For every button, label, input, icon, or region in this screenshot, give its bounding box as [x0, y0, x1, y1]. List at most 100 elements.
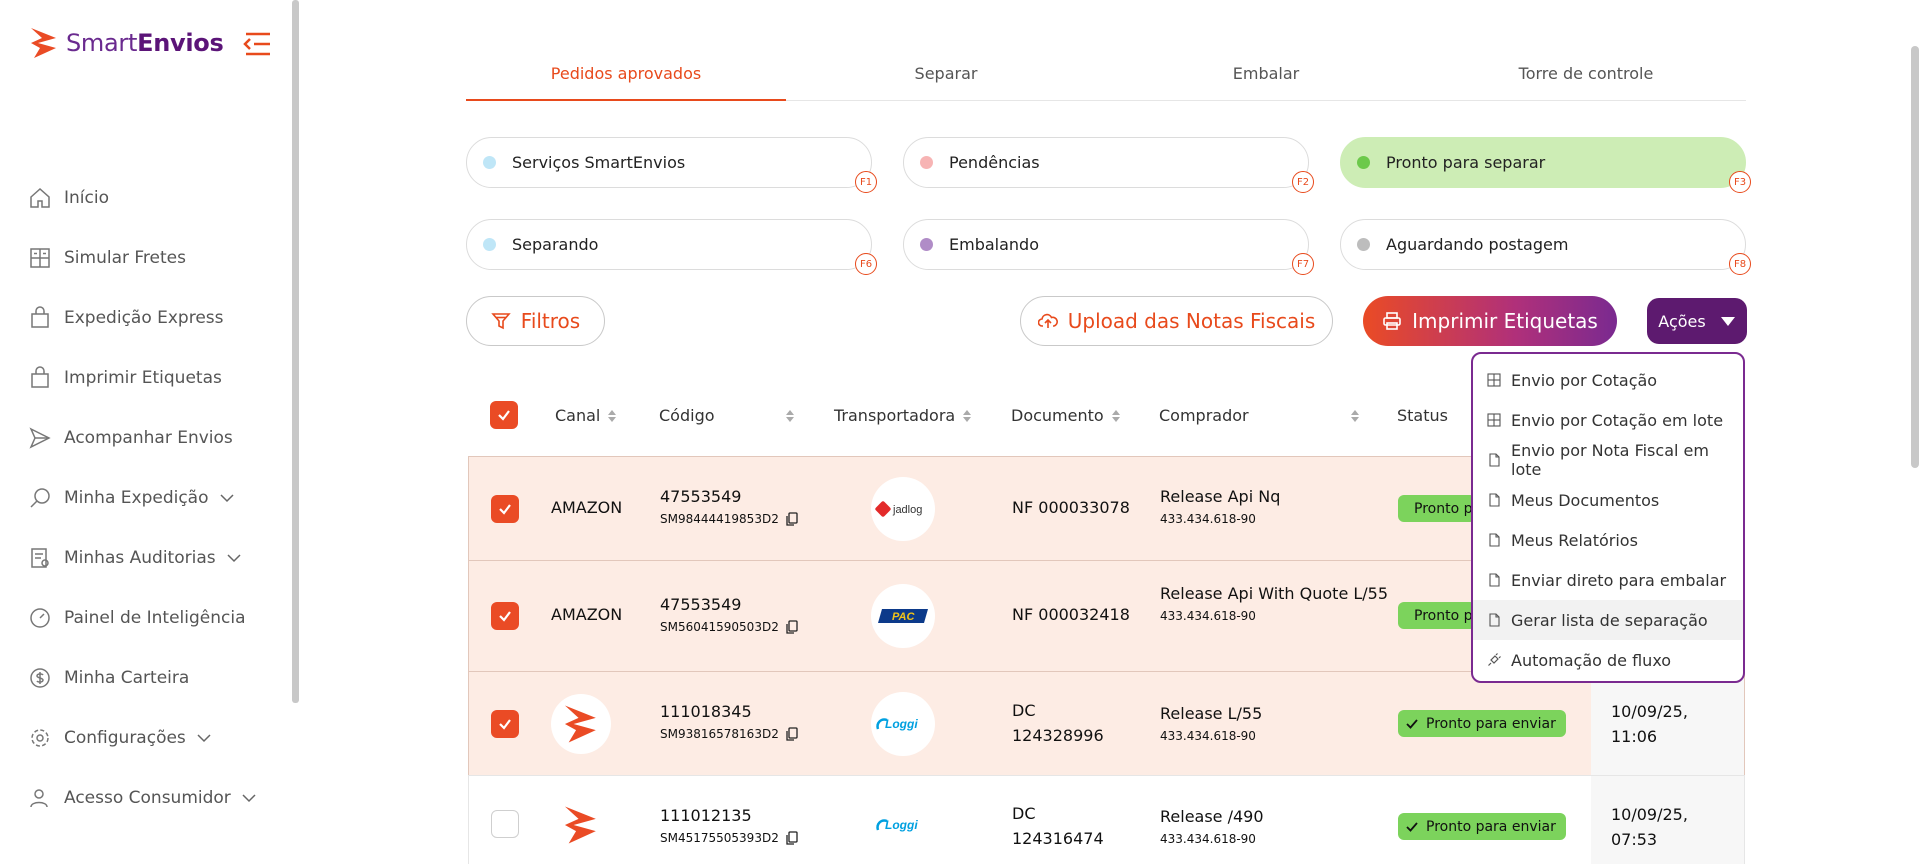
menu-item-label: Meus Documentos: [1511, 490, 1660, 510]
smartenvios-channel-logo: [551, 694, 611, 754]
loggi-logo-icon: Loggi: [876, 818, 918, 832]
column-header-carrier[interactable]: Transportadora: [834, 406, 972, 425]
menu-item-meus-documentos[interactable]: Meus Documentos: [1473, 480, 1743, 520]
caret-down-icon: [1720, 317, 1735, 326]
upload-label: Upload das Notas Fiscais: [1067, 309, 1316, 333]
document-id: 124328996: [1012, 726, 1104, 745]
sort-icon: [1111, 409, 1120, 422]
home-icon: [30, 187, 50, 208]
sort-icon: [786, 409, 794, 422]
collapse-menu-icon[interactable]: [242, 30, 272, 58]
sidebar-item-label: Painel de Inteligência: [64, 608, 246, 628]
buyer-document: 433.434.618-90: [1160, 729, 1256, 743]
tab-pedidos-aprovados[interactable]: Pedidos aprovados: [466, 56, 786, 101]
printer-icon: [1383, 312, 1401, 330]
upload-invoices-button[interactable]: Upload das Notas Fiscais: [1020, 296, 1333, 346]
carrier-logo: Loggi: [871, 692, 935, 756]
menu-item-meus-relatorios[interactable]: Meus Relatórios: [1473, 520, 1743, 560]
actions-menu-button[interactable]: Ações: [1647, 298, 1747, 344]
status-dot: [483, 156, 496, 169]
column-header-buyer[interactable]: Comprador: [1159, 406, 1359, 425]
status-badge: Pronto para enviar: [1398, 813, 1566, 840]
buyer-name: Release L/55: [1160, 704, 1263, 723]
sidebar-item-minha-carteira[interactable]: Minha Carteira: [28, 648, 257, 708]
sidebar-item-inicio[interactable]: Início: [28, 168, 257, 228]
sidebar: SmartEnvios Início Simular Fretes Expedi…: [0, 0, 295, 864]
row-checkbox[interactable]: [491, 710, 519, 738]
shortcut-badge: F8: [1729, 253, 1751, 275]
sidebar-item-painel-inteligencia[interactable]: Painel de Inteligência: [28, 588, 257, 648]
row-checkbox[interactable]: [491, 602, 519, 630]
menu-item-envio-por-cotacao[interactable]: Envio por Cotação: [1473, 360, 1743, 400]
smartenvios-logo-icon: [31, 28, 56, 58]
column-header-label: Documento: [1011, 406, 1104, 425]
tab-embalar[interactable]: Embalar: [1106, 56, 1426, 100]
select-all-checkbox[interactable]: [490, 401, 518, 429]
filter-chip-embalando[interactable]: Embalando F7: [903, 219, 1314, 275]
menu-item-gerar-lista-de-separacao[interactable]: Gerar lista de separação: [1473, 600, 1743, 640]
file-icon: [1489, 533, 1500, 547]
sidebar-item-acompanhar-envios[interactable]: Acompanhar Envios: [28, 408, 257, 468]
sidebar-item-label: Minha Expedição: [64, 488, 209, 508]
filter-chip-servicos[interactable]: Serviços SmartEnvios F1: [466, 137, 877, 193]
actions-label: Ações: [1658, 311, 1706, 331]
sort-icon: [608, 409, 617, 422]
copy-icon[interactable]: [785, 512, 798, 526]
chip-label: Separando: [512, 235, 599, 254]
copy-icon[interactable]: [785, 831, 798, 845]
copy-icon[interactable]: [785, 620, 798, 634]
sidebar-item-label: Simular Fretes: [64, 248, 186, 268]
smartenvios-logo-icon: [564, 806, 596, 844]
status-badge: Pronto para enviar: [1398, 602, 1476, 629]
search-icon: [30, 488, 50, 508]
sidebar-item-label: Acesso Consumidor: [64, 788, 231, 808]
page-scrollbar[interactable]: [1911, 46, 1919, 468]
print-labels-button[interactable]: Imprimir Etiquetas: [1363, 296, 1617, 346]
menu-item-enviar-direto-para-embalar[interactable]: Enviar direto para embalar: [1473, 560, 1743, 600]
filter-chip-pendencias[interactable]: Pendências F2: [903, 137, 1314, 193]
sidebar-item-simular-fretes[interactable]: Simular Fretes: [28, 228, 257, 288]
column-header-channel[interactable]: Canal: [555, 406, 617, 425]
chevron-down-icon: [242, 794, 256, 803]
row-checkbox[interactable]: [491, 810, 519, 838]
filter-chip-separando[interactable]: Separando F6: [466, 219, 877, 275]
sidebar-scrollbar[interactable]: [292, 0, 299, 703]
chevron-down-icon: [219, 494, 234, 503]
sidebar-item-acesso-consumidor[interactable]: Acesso Consumidor: [28, 768, 257, 828]
user-icon: [30, 789, 48, 808]
column-header-document[interactable]: Documento: [1011, 406, 1120, 425]
tab-separar[interactable]: Separar: [786, 56, 1106, 100]
document-type: DC: [1012, 804, 1036, 823]
loggi-logo-icon: Loggi: [876, 717, 918, 731]
column-header-status[interactable]: Status: [1397, 406, 1448, 425]
sidebar-item-minha-expedicao[interactable]: Minha Expedição: [28, 468, 257, 528]
filters-button[interactable]: Filtros: [466, 296, 605, 346]
filter-chip-pronto-para-separar[interactable]: Pronto para separar F3: [1340, 137, 1751, 193]
row-checkbox[interactable]: [491, 495, 519, 523]
menu-item-envio-por-nota-fiscal-em-lote[interactable]: Envio por Nota Fiscal em lote: [1473, 440, 1743, 480]
buyer-name: Release Api Nq: [1160, 487, 1281, 506]
tab-torre-de-controle[interactable]: Torre de controle: [1426, 56, 1746, 100]
table-row[interactable]: 111012135 SM45175505393D2 Loggi DC 12431…: [468, 775, 1745, 864]
sidebar-item-minhas-auditorias[interactable]: Minhas Auditorias: [28, 528, 257, 588]
bag-icon: [31, 306, 49, 328]
status-dot: [1357, 156, 1370, 169]
chip-label: Serviços SmartEnvios: [512, 153, 686, 172]
carrier-logo: jadlog: [871, 477, 935, 541]
shortcut-badge: F3: [1729, 171, 1751, 193]
status-text: Pronto para enviar: [1426, 818, 1556, 835]
column-header-code[interactable]: Código: [659, 406, 794, 425]
filter-chip-aguardando-postagem[interactable]: Aguardando postagem F8: [1340, 219, 1751, 275]
menu-item-automacao-de-fluxo[interactable]: Automação de fluxo: [1473, 640, 1743, 680]
brand-logo[interactable]: SmartEnvios: [28, 26, 224, 60]
actions-dropdown-menu: Envio por Cotação Envio por Cotação em l…: [1471, 352, 1745, 683]
sidebar-item-label: Minha Carteira: [64, 668, 190, 688]
table-row[interactable]: 111018345 SM93816578163D2 Loggi DC 12432…: [468, 671, 1745, 775]
tracking-code-text: SM93816578163D2: [660, 727, 779, 741]
copy-icon[interactable]: [785, 727, 798, 741]
menu-item-envio-por-cotacao-em-lote[interactable]: Envio por Cotação em lote: [1473, 400, 1743, 440]
sidebar-item-imprimir-etiquetas[interactable]: Imprimir Etiquetas: [28, 348, 257, 408]
sidebar-item-expedicao-express[interactable]: Expedição Express: [28, 288, 257, 348]
order-date-day: 10/09/25,: [1611, 805, 1688, 824]
sidebar-item-configuracoes[interactable]: Configurações: [28, 708, 257, 768]
